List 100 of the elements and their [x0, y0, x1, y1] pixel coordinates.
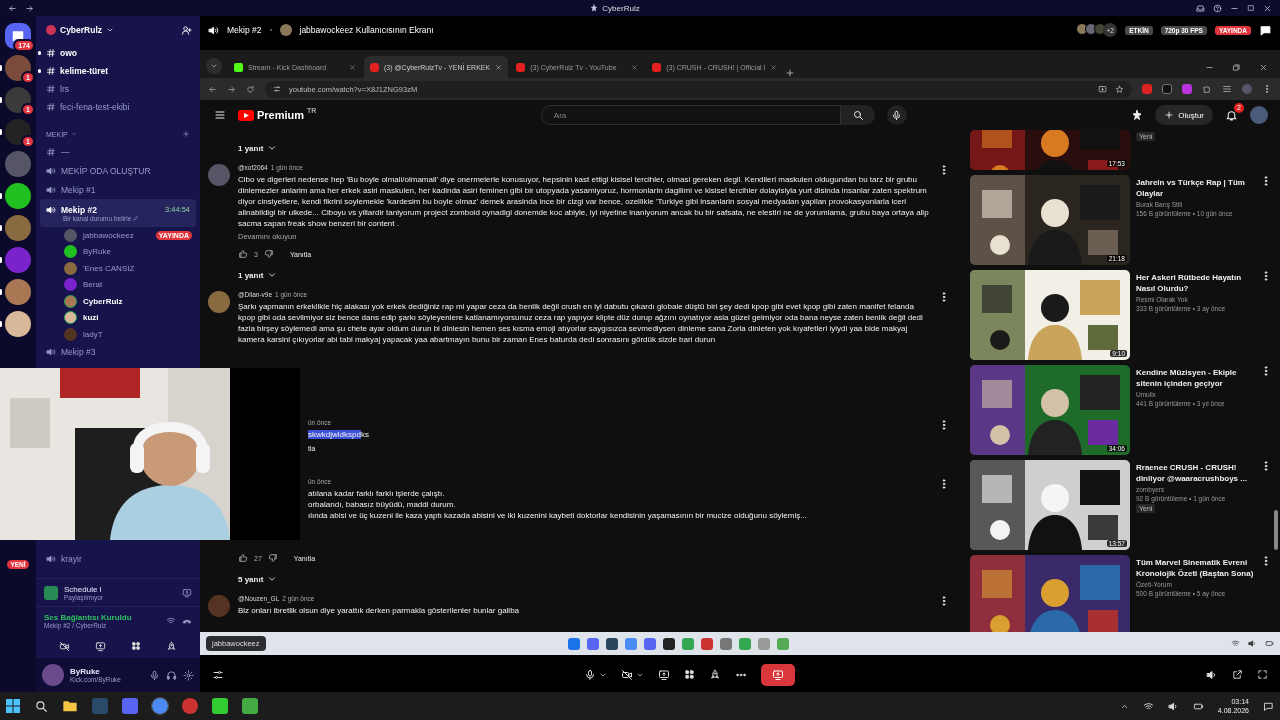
channel-name[interactable]: feci-fena-test-ekibi [60, 102, 130, 112]
mic-icon[interactable] [149, 669, 160, 681]
channel-name: Mekip #1 [61, 184, 96, 195]
signal-icon [166, 615, 176, 626]
popout-icon[interactable] [1232, 668, 1243, 680]
close-icon[interactable] [1259, 63, 1268, 72]
app-icon[interactable] [152, 698, 168, 714]
screen-share-icon[interactable] [94, 640, 106, 652]
camera-off-icon[interactable] [58, 640, 70, 652]
sound-settings-icon[interactable] [212, 668, 224, 681]
close-icon[interactable] [495, 63, 503, 71]
forward-icon[interactable] [227, 84, 236, 94]
channel-name[interactable]: kelime-türet [60, 66, 109, 76]
channel-name: krayir [61, 553, 82, 564]
user-avatar[interactable] [42, 664, 64, 686]
chat-icon[interactable] [1259, 23, 1272, 37]
replies-toggle[interactable]: 1 yanıt [238, 138, 950, 158]
forward-icon[interactable] [25, 3, 34, 13]
activity-title: Schedule I [64, 584, 103, 594]
voice-channel[interactable]: krayir [40, 549, 196, 568]
profile-avatar[interactable] [1250, 106, 1268, 124]
screen-share-icon[interactable] [658, 668, 670, 681]
install-icon[interactable] [1098, 84, 1107, 94]
settings-icon[interactable] [183, 669, 194, 681]
mic-button[interactable] [584, 668, 607, 681]
search-button[interactable] [840, 105, 875, 125]
activities-icon[interactable] [684, 669, 695, 680]
search-field[interactable]: Ara [540, 105, 841, 125]
close-icon[interactable] [770, 63, 778, 71]
close-icon[interactable] [631, 63, 639, 71]
video-title[interactable]: Tüm Marvel Sinematik Evreni Kronolojik Özeti (Baştan Sona) [1136, 557, 1254, 579]
video-title[interactable]: Her Askeri Rütbede Hayatın Nasıl Olurdu? [1136, 272, 1254, 294]
avatar[interactable] [208, 291, 230, 313]
video-title[interactable]: Kendine Müzisyen - Ekiple sitenin içinden geçiyor [1136, 367, 1254, 389]
back-icon[interactable] [8, 3, 17, 13]
like-icon[interactable] [238, 249, 248, 259]
search-input[interactable]: Ara [551, 109, 840, 121]
server-name[interactable]: CyberRulz [60, 25, 103, 35]
voice-channel[interactable]: MEKİP ODA OLUŞTUR [40, 161, 196, 180]
scrollbar-thumb[interactable] [1274, 510, 1278, 550]
sparkle-icon[interactable] [1131, 109, 1144, 121]
member-name[interactable]: ByRuke [83, 247, 111, 257]
activities-icon[interactable] [131, 641, 142, 651]
app-icon[interactable] [605, 637, 618, 650]
like-icon[interactable] [238, 553, 248, 563]
video-title[interactable]: Jahrein vs Türkçe Rap | Tüm Olaylar [1136, 177, 1254, 199]
video-title[interactable]: Rraenee CRUSH - CRUSH! dinliyor @waaracrushboys ... [1136, 462, 1254, 484]
new-tab-icon[interactable] [785, 68, 796, 78]
voice-channel[interactable]: Mekip #3 [40, 342, 196, 362]
folder-icon[interactable] [62, 698, 78, 714]
menu-icon[interactable] [214, 109, 226, 121]
voice-channel[interactable]: Mekip #1 [40, 180, 196, 199]
restore-icon[interactable] [1232, 63, 1241, 72]
avatar[interactable] [208, 164, 230, 186]
add-channel-icon[interactable] [182, 130, 190, 138]
channel-name[interactable]: owo [60, 48, 77, 58]
replies-toggle[interactable]: 5 yanıt [238, 569, 950, 589]
dislike-icon[interactable] [263, 249, 274, 259]
chevron-down-icon [210, 62, 218, 70]
voice-channel[interactable]: — [40, 142, 196, 161]
rocket-icon[interactable] [709, 668, 721, 681]
fullscreen-icon[interactable] [1257, 668, 1268, 680]
member-name[interactable]: jabbawockeez [83, 230, 134, 240]
stop-stream-button[interactable] [761, 663, 795, 686]
pencil-icon [133, 215, 140, 221]
search-icon[interactable] [34, 699, 48, 713]
reload-icon[interactable] [246, 84, 255, 94]
comment-text: Şarkı yapmanın erkeklikle hiç alakası yok erkek dediğiniz rap mi yapar ceza da benlik değil crush en iyi dabutu çıkardı globale düştü biri şey dedi kpop gibi evet kpop gibi zaten manifet felanda kpop gibi oda sevilmiyor siz bence dans edip şarkı söyleyenlere katlanamıyorsunuz ceza rap yapıyor klipte düz durup ağzını oynatıyor asla güzel gelmiyor oda bana neyse zaten benlik değil dedi fazla birşey söylemedi ama şu chete ayar oldum durun bi dinlesin hemen ses kısma emoji atıyorlar saygısızca sevmediysen dinleme sana Zorla dinleten yok kıyafetleri iyiydi yaa bide makyaj kamera karsini çıkıyorlar abi tabi makyaj yapacak yaa abartmayın bunu bir zaman Enes baturda dedi sonrasını gördük sizde bari durun [238, 301, 924, 345]
hash-icon [46, 66, 56, 76]
connection-status[interactable]: Ses Bağlantısı Kuruldu [44, 612, 160, 622]
camera-button[interactable] [621, 668, 644, 681]
media-icon[interactable] [1222, 84, 1232, 94]
help-icon[interactable] [1213, 3, 1222, 13]
notifications-icon[interactable] [1225, 108, 1238, 122]
favicon-icon [652, 62, 662, 72]
replies-toggle[interactable]: 1 yanıt [238, 265, 950, 285]
dislike-icon[interactable] [267, 553, 278, 563]
headphones-icon[interactable] [166, 669, 177, 681]
home-button[interactable] [5, 23, 31, 49]
voice-search-button[interactable] [886, 105, 907, 125]
app-icon[interactable] [662, 637, 675, 650]
member-name[interactable]: 'Enes CANSIZ [83, 263, 135, 273]
maximize-icon[interactable] [1247, 4, 1255, 12]
close-icon[interactable] [349, 63, 356, 71]
inbox-icon[interactable] [1196, 3, 1205, 13]
member-name[interactable]: CyberRulz [83, 296, 123, 306]
create-button[interactable]: Oluştur [1155, 105, 1213, 125]
member-name[interactable]: Berat [83, 280, 103, 290]
notifications-icon[interactable] [1263, 700, 1274, 712]
bookmark-star-icon[interactable] [1115, 84, 1124, 94]
volume-icon[interactable] [1206, 668, 1218, 681]
rocket-icon[interactable] [166, 640, 178, 652]
member-name[interactable]: ladyT [83, 329, 103, 339]
close-icon[interactable] [1263, 3, 1272, 13]
extensions-icon[interactable] [1202, 84, 1212, 94]
channel-name[interactable]: lrs [60, 84, 69, 94]
invite-icon[interactable] [181, 24, 192, 36]
back-icon[interactable] [208, 84, 217, 94]
windows-icon[interactable] [6, 699, 20, 713]
member-name[interactable]: kuzi [83, 313, 99, 323]
